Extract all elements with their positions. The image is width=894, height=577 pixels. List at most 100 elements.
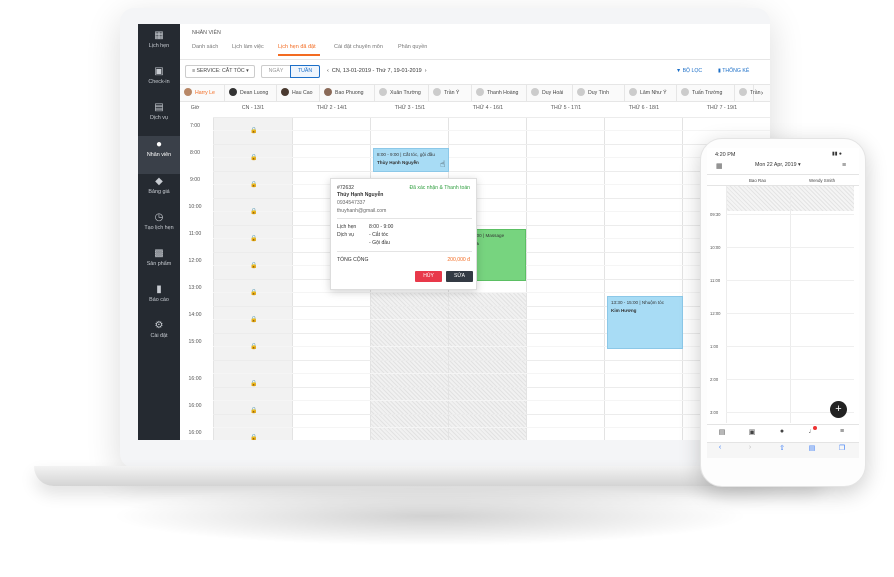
staff-item[interactable]: Lâm Như Ý — [625, 85, 677, 102]
laptop-screen: ▦ Lịch hẹn ▣ Check-in ▤ Dịch vụ ● Nhân viên … — [138, 24, 770, 440]
staff-item[interactable]: Hau Cao — [277, 85, 320, 102]
status-badge: Đã xác nhận & Thanh toán — [409, 185, 470, 191]
staff-item[interactable]: Thanh Hoàng — [472, 85, 527, 102]
half-hour-line — [213, 130, 770, 131]
staff-item[interactable]: Dean Luong — [225, 85, 277, 102]
lock-icon: 🔒 — [250, 435, 258, 440]
menu-icon[interactable]: ≡ — [842, 162, 846, 169]
hour-line — [213, 306, 770, 307]
view-week-button[interactable]: TUẦN — [290, 65, 320, 78]
staff-item[interactable]: Duy Tính — [573, 85, 625, 102]
person-icon: ● — [155, 139, 163, 150]
bell-icon[interactable]: ♩ — [803, 428, 821, 435]
service-select[interactable]: ≡ SERVICE: CẮT TÓC ▾ — [185, 65, 255, 78]
time-label: 12:00 — [188, 258, 202, 264]
sidebar-item-bang-gia[interactable]: ◆ Bảng giá — [138, 176, 180, 210]
staff-row: Harry Le Dean Luong Hau Cao Bao Phuong X… — [180, 85, 770, 102]
avatar — [629, 88, 637, 97]
gear-icon: ⚙ — [154, 320, 164, 331]
add-appointment-button[interactable]: + — [830, 401, 847, 418]
tabs-icon[interactable]: ❐ — [833, 444, 851, 452]
sidebar-item-check-in[interactable]: ▣ Check-in — [138, 66, 180, 100]
staff-item[interactable]: Duy Hoài — [527, 85, 573, 102]
bookmarks-icon[interactable]: ▤ — [803, 444, 821, 452]
stats-button[interactable]: ▮ THỐNG KÊ — [718, 68, 749, 74]
tab-lich-hen-da-dat[interactable]: Lịch hẹn đã đặt — [278, 44, 316, 50]
gift-icon: ▩ — [154, 248, 164, 259]
time-label: 12:00 — [710, 311, 721, 316]
tab-lich-lam-viec[interactable]: Lịch làm việc — [232, 44, 264, 50]
staff-item[interactable]: Harry Le — [180, 85, 225, 102]
share-icon[interactable]: ⇧ — [773, 444, 791, 452]
signal-icon: ▮▮ ● — [832, 151, 842, 157]
filter-button[interactable]: ▼ BỘ LỌC — [676, 68, 702, 74]
avatar — [379, 88, 387, 97]
appointment-card[interactable]: 8:00 - 9:00 | Cắt tóc, gội đầu Thùy Hạnh … — [373, 148, 449, 172]
staff-column-header: Wendy Smith — [809, 178, 836, 183]
view-day-button[interactable]: NGÀY — [261, 65, 291, 78]
time-label: 11:00 — [710, 278, 721, 283]
tab-cai-dat-chuyen-mon[interactable]: Cài đặt chuyên môn — [334, 44, 383, 50]
sidebar-item-san-pham[interactable]: ▩ Sản phẩm — [138, 248, 180, 282]
half-hour-line — [213, 184, 770, 185]
tab-danh-sach[interactable]: Danh sách — [192, 44, 218, 50]
forward-icon[interactable]: › — [741, 444, 759, 451]
service-label: Dịch vụ — [337, 232, 354, 238]
sidebar: ▦ Lịch hẹn ▣ Check-in ▤ Dịch vụ ● Nhân viên … — [138, 24, 180, 440]
tab-phan-quyen[interactable]: Phân quyền — [398, 44, 427, 50]
avatar — [229, 88, 237, 97]
lock-icon: 🔒 — [250, 128, 258, 134]
lock-icon: 🔒 — [250, 236, 258, 242]
staff-item[interactable]: Trần Ý — [429, 85, 472, 102]
half-hour-line — [213, 346, 770, 347]
sidebar-item-bao-cao[interactable]: ▮ Báo cáo — [138, 284, 180, 318]
lock-icon: 🔒 — [250, 344, 258, 350]
menu-icon[interactable]: ≡ — [833, 428, 851, 435]
sidebar-item-tao-lich-hen[interactable]: ◷ Tạo lịch hẹn — [138, 212, 180, 246]
day-header: THỨ 4 - 16/1 — [472, 105, 504, 111]
staff-item[interactable]: Bao Phuong — [320, 85, 375, 102]
lock-icon: 🔒 — [250, 182, 258, 188]
half-hour-line — [213, 211, 770, 212]
chevron-right-icon[interactable]: › — [422, 68, 427, 74]
lock-icon: 🔒 — [250, 381, 258, 387]
time-label: 9:00 — [189, 177, 201, 183]
showcase-stage: ▦ Lịch hẹn ▣ Check-in ▤ Dịch vụ ● Nhân viên … — [0, 0, 894, 577]
back-icon[interactable]: ‹ — [711, 444, 729, 451]
customer-name: Thúy Hạnh Nguyễn — [337, 192, 384, 198]
date-picker[interactable]: Mon 22 Apr, 2019 ▾ — [755, 162, 801, 168]
cursor-hand-icon: ☝ — [440, 159, 446, 169]
hour-line — [726, 247, 854, 248]
date-range: ‹ CN, 13-01-2019 - Thứ 7, 19-01-2019 › — [327, 68, 427, 74]
time-label: 11:00 — [188, 231, 202, 237]
hour-line — [213, 333, 770, 334]
calendar-icon[interactable]: ▤ — [713, 428, 731, 436]
users-icon[interactable]: ● — [773, 428, 791, 435]
avatar — [577, 88, 585, 97]
day-header: THỨ 6 - 18/1 — [628, 105, 660, 111]
edit-button[interactable]: SỬA — [446, 271, 473, 282]
sidebar-item-nhan-vien[interactable]: ● Nhân viên — [138, 136, 180, 174]
time-label: 09:30 — [710, 212, 721, 217]
sidebar-item-dich-vu[interactable]: ▤ Dịch vụ — [138, 102, 180, 136]
sidebar-item-lich-hen[interactable]: ▦ Lịch hẹn — [138, 30, 180, 64]
booking-id: #72632 — [337, 185, 354, 191]
customer-email: thuyhanh@gmail.com — [337, 208, 387, 214]
unavailable-slot — [371, 292, 449, 440]
sidebar-item-cai-dat[interactable]: ⚙ Cài đặt — [138, 320, 180, 354]
time-label: 3:00 — [710, 410, 719, 415]
appointment-card[interactable]: 13:30 - 15:00 | Nhuộm tóc Kim Hương — [607, 296, 683, 349]
funnel-icon: ▼ — [676, 68, 683, 74]
hour-line — [213, 144, 770, 145]
checkin-icon[interactable]: ▣ — [743, 428, 761, 436]
calendar-icon[interactable]: ▦ — [716, 162, 723, 170]
hour-line — [726, 346, 854, 347]
cancel-button[interactable]: HỦY — [415, 271, 442, 282]
avatar — [433, 88, 441, 97]
chevron-right-icon[interactable]: › — [754, 85, 770, 102]
staff-item[interactable]: Tuấn Trường — [677, 85, 735, 102]
staff-item[interactable]: Xuân Trường — [375, 85, 429, 102]
notification-badge — [813, 426, 817, 430]
breadcrumb: NHÂN VIÊN — [192, 30, 221, 36]
staff-item[interactable]: Trần — [735, 85, 760, 102]
